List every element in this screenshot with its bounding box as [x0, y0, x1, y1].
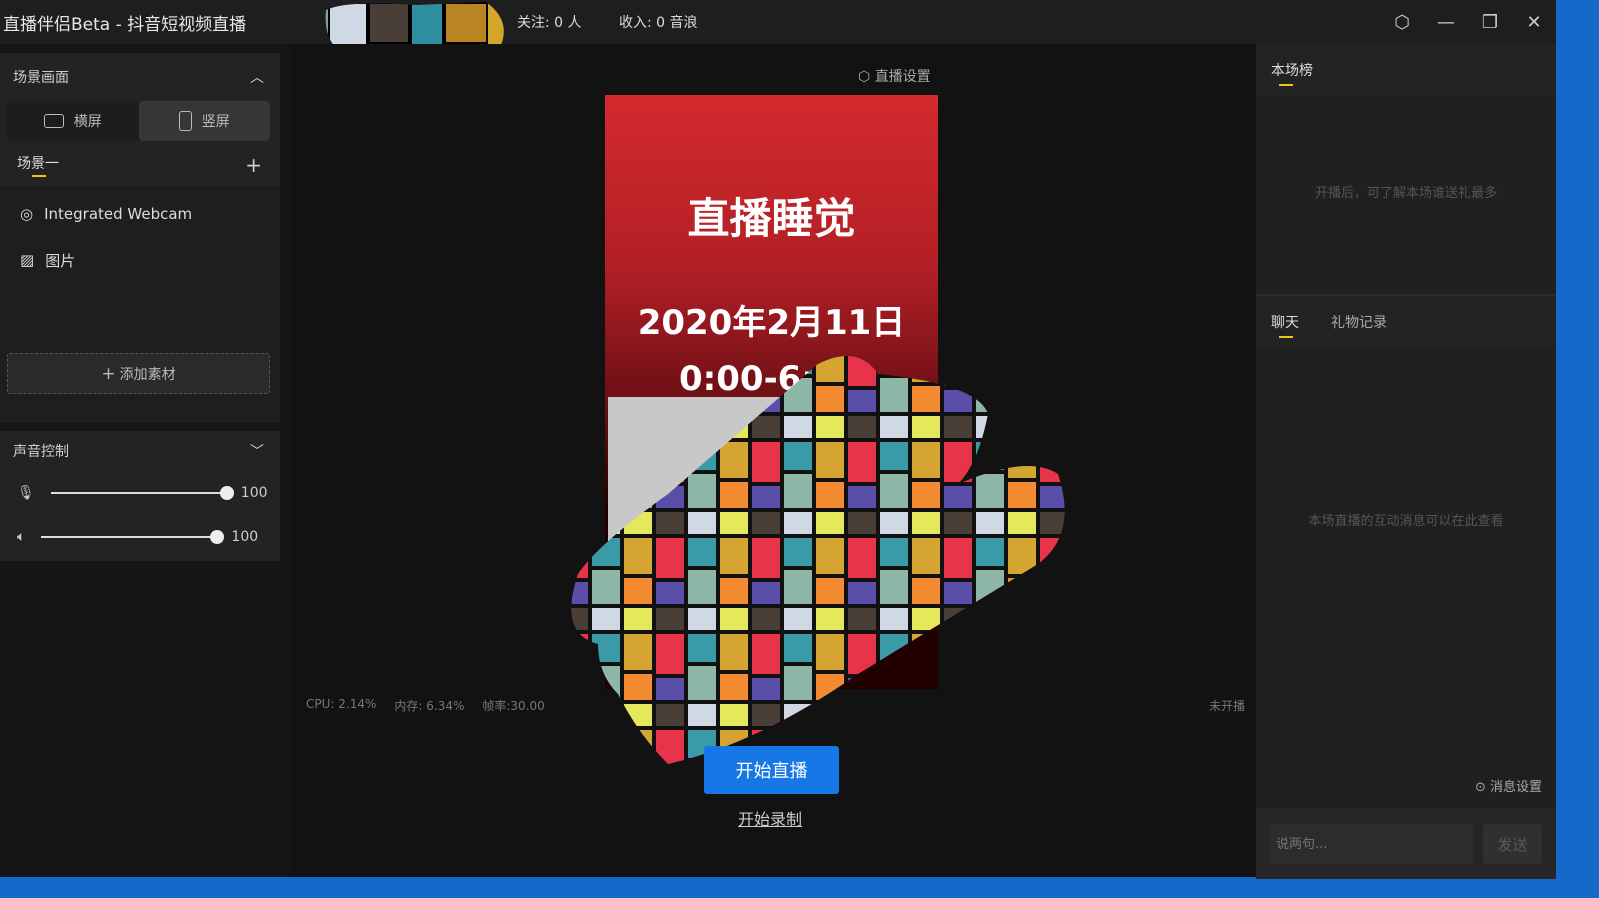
follow-count: 关注: 0 人 — [517, 15, 582, 31]
landscape-icon — [43, 114, 64, 128]
portrait-button[interactable]: 竖屏 — [138, 101, 270, 141]
message-settings-label: 消息设置 — [1489, 780, 1542, 795]
preview-date: 2020年2月11日 — [637, 303, 906, 343]
left-sidebar: 场景画面 ︿ 横屏 竖屏 场景一 + ◎ Integrated Webcam ▨ 图片 … — [0, 53, 280, 561]
ranking-hint: 开播后，可了解本场谁送礼最多 — [1314, 186, 1497, 201]
mic-volume-value: 100 — [240, 485, 268, 501]
app-window: 直播伴侣Beta - 抖音短视频直播 关注: 0 人 收入: 0 音浪 ⬡ — … — [0, 0, 1556, 879]
add-source-label: 添加素材 — [119, 366, 176, 383]
speaker-slider[interactable]: 🔈︎ 100 — [0, 515, 280, 559]
image-icon: ▨ — [20, 251, 35, 269]
landscape-label: 横屏 — [73, 114, 102, 130]
cpu-usage: CPU: 2.14% — [306, 697, 377, 711]
tab-ranking[interactable]: 本场榜 — [1271, 60, 1313, 86]
live-status: 未开播 — [1208, 699, 1245, 713]
mosaic-overlay-icon — [571, 356, 1065, 764]
start-record-link[interactable]: 开始录制 — [738, 806, 802, 830]
slider-handle[interactable] — [219, 486, 234, 500]
slider-handle[interactable] — [210, 530, 225, 544]
chevron-up-icon[interactable]: ︿ — [250, 67, 264, 87]
app-title: 直播伴侣Beta - 抖音短视频直播 — [3, 14, 247, 35]
fps-value: 帧率:30.00 — [482, 699, 545, 713]
add-scene-icon[interactable]: + — [245, 153, 262, 186]
landscape-button[interactable]: 横屏 — [7, 101, 139, 141]
message-settings-button[interactable]: ⊙ 消息设置 — [1475, 776, 1542, 795]
source-label: 图片 — [45, 251, 76, 270]
tab-chat[interactable]: 聊天 — [1271, 312, 1299, 338]
source-item-webcam[interactable]: ◎ Integrated Webcam — [0, 191, 280, 237]
preview-title: 直播睡觉 — [687, 194, 856, 243]
plus-icon: + — [101, 363, 116, 384]
settings-icon[interactable]: ⬡ — [1380, 12, 1424, 33]
minimize-icon[interactable]: — — [1424, 12, 1468, 33]
perf-stats: CPU: 2.14% 内存: 6.34% 帧率:30.00 — [306, 697, 545, 714]
speaker-volume-value: 100 — [231, 529, 259, 545]
income-count: 收入: 0 音浪 — [619, 15, 698, 31]
close-icon[interactable]: ✕ — [1512, 12, 1556, 33]
settings-icon: ⊙ — [1474, 780, 1490, 795]
speaker-icon: 🔈︎ — [17, 529, 26, 545]
source-label: Integrated Webcam — [44, 205, 193, 223]
live-settings-button[interactable]: ⬡ 直播设置 — [858, 66, 931, 86]
right-sidebar: 本场榜 开播后，可了解本场谁送礼最多 聊天 礼物记录 本场直播的互动消息可以在此查… — [1256, 44, 1556, 879]
start-live-button[interactable]: 开始直播 — [704, 746, 839, 794]
scene-panel: 场景画面 ︿ 横屏 竖屏 场景一 + ◎ Integrated Webcam ▨ 图片 … — [0, 53, 280, 423]
chevron-down-icon[interactable]: ﹀ — [250, 441, 264, 461]
microphone-icon: 🎙︎ — [17, 485, 35, 501]
tab-gift-records[interactable]: 礼物记录 — [1331, 312, 1387, 332]
chat-input[interactable] — [1270, 824, 1473, 864]
add-source-button[interactable]: + 添加素材 — [7, 353, 270, 394]
chat-hint: 本场直播的互动消息可以在此查看 — [1308, 514, 1504, 529]
preview-area: ⬡ 直播设置 直播睡觉 2020年2月11日 0:00-6: CPU: 2.14… — [290, 44, 1255, 877]
mic-slider[interactable]: 🎙︎ 100 — [0, 471, 280, 515]
webcam-icon: ◎ — [20, 205, 34, 223]
memory-usage: 内存: 6.34% — [394, 699, 465, 713]
audio-panel-title: 声音控制 — [13, 444, 69, 460]
live-settings-label: 直播设置 — [874, 69, 931, 85]
portrait-icon — [178, 111, 192, 131]
portrait-label: 竖屏 — [201, 114, 230, 130]
source-item-image[interactable]: ▨ 图片 — [0, 237, 280, 283]
send-button[interactable]: 发送 — [1483, 824, 1542, 864]
maximize-icon[interactable]: ❐ — [1468, 12, 1512, 33]
audio-panel: 声音控制 ﹀ 🎙︎ 100 🔈︎ 100 — [0, 431, 280, 561]
title-bar: 直播伴侣Beta - 抖音短视频直播 关注: 0 人 收入: 0 音浪 ⬡ — … — [0, 0, 1556, 62]
scene-panel-title: 场景画面 — [13, 70, 69, 86]
scene-tab[interactable]: 场景一 — [17, 153, 59, 186]
settings-icon: ⬡ — [858, 69, 875, 85]
